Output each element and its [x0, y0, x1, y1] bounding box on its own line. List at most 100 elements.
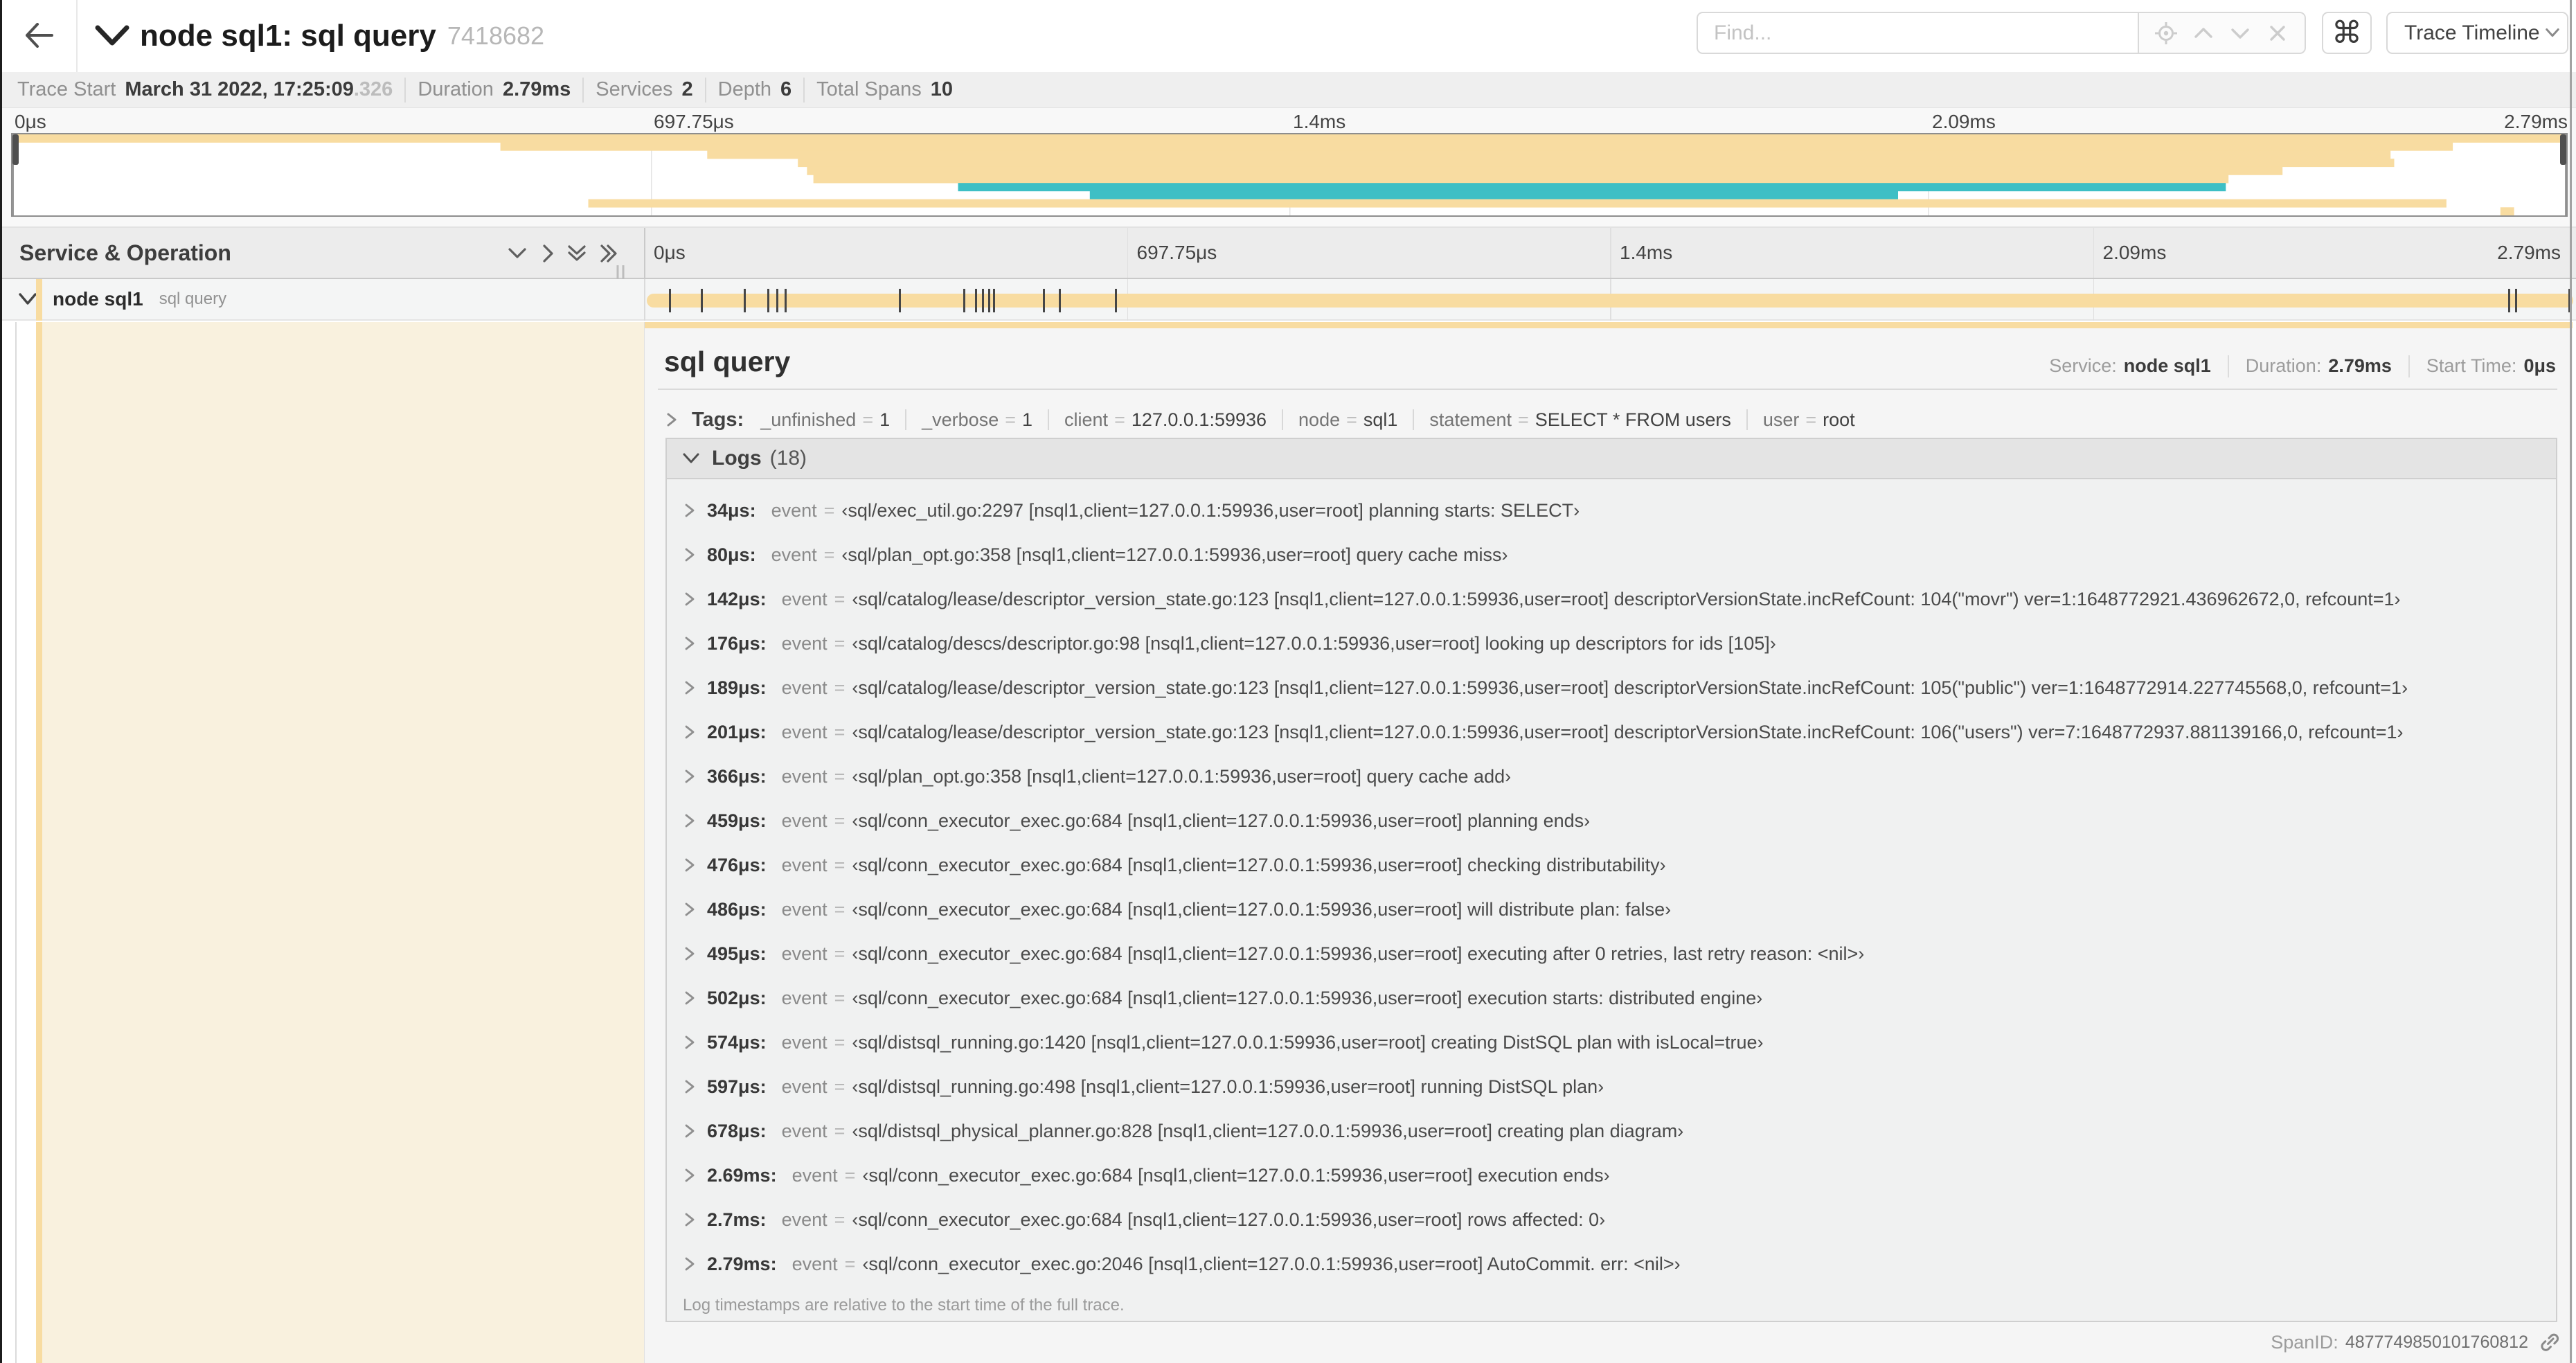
clear-find-icon[interactable]: [2266, 21, 2289, 45]
log-row[interactable]: 502μs: event = ‹sql/conn_executor_exec.go:6…: [667, 976, 2556, 1020]
tag-item[interactable]: statement = SELECT * FROM users: [1429, 409, 1730, 431]
log-row[interactable]: 2.79ms: event = ‹sql/conn_executor_exec.go:…: [667, 1242, 2556, 1286]
span-row[interactable]: node sql1 sql query: [2, 279, 2576, 321]
log-chevron-icon[interactable]: [683, 591, 697, 607]
log-row[interactable]: 597μs: event = ‹sql/distsql_running.go:498 …: [667, 1064, 2556, 1109]
tags-row[interactable]: Tags: _unfinished = 1 _verbose = 1 client = 127.…: [664, 404, 1855, 435]
log-row[interactable]: 486μs: event = ‹sql/conn_executor_exec.go:6…: [667, 887, 2556, 932]
tag-item[interactable]: node = sql1: [1298, 409, 1397, 431]
divider: [704, 77, 706, 103]
log-row[interactable]: 366μs: event = ‹sql/plan_opt.go:358 [nsql1,…: [667, 754, 2556, 799]
span-log-marker[interactable]: [2508, 289, 2510, 312]
log-row[interactable]: 459μs: event = ‹sql/conn_executor_exec.go:6…: [667, 799, 2556, 843]
span-log-marker[interactable]: [899, 289, 901, 312]
collapse-all-icon[interactable]: [565, 244, 589, 266]
span-log-marker[interactable]: [2515, 289, 2517, 312]
log-equals: =: [834, 898, 846, 920]
logs-header[interactable]: Logs (18): [667, 439, 2556, 479]
summary-item-value: March 31 2022, 17:25:09: [125, 78, 354, 100]
log-chevron-icon[interactable]: [683, 1034, 697, 1051]
tag-item[interactable]: client = 127.0.0.1:59936: [1064, 409, 1267, 431]
log-row[interactable]: 142μs: event = ‹sql/catalog/lease/descripto…: [667, 577, 2556, 621]
span-log-marker[interactable]: [669, 289, 671, 312]
log-row[interactable]: 2.7ms: event = ‹sql/conn_executor_exec.go:6…: [667, 1197, 2556, 1242]
trace-view-selector[interactable]: Trace Timeline: [2386, 12, 2568, 54]
timeline-tick-label: 0μs: [654, 242, 686, 263]
tag-equals: =: [862, 409, 874, 430]
log-row[interactable]: 80μs: event = ‹sql/plan_opt.go:358 [nsql1,c…: [667, 533, 2556, 577]
detail-left-column[interactable]: [42, 322, 644, 1363]
span-log-marker[interactable]: [1115, 289, 1117, 312]
log-equals: =: [834, 987, 846, 1008]
back-button[interactable]: [2, 0, 78, 72]
span-log-marker[interactable]: [701, 289, 703, 312]
span-log-marker[interactable]: [1043, 289, 1045, 312]
focus-match-icon[interactable]: [2154, 21, 2178, 45]
log-row[interactable]: 34μs: event = ‹sql/exec_util.go:2297 [nsql1…: [667, 488, 2556, 533]
span-name[interactable]: node sql1 sql query: [53, 279, 226, 319]
tag-equals: =: [1517, 409, 1529, 430]
log-chevron-icon[interactable]: [683, 1211, 697, 1228]
span-log-marker[interactable]: [767, 289, 769, 312]
deep-link-icon[interactable]: [2538, 1330, 2561, 1354]
expand-all-icon[interactable]: [596, 244, 620, 266]
log-row[interactable]: 176μs: event = ‹sql/catalog/descs/descripto…: [667, 621, 2556, 666]
span-log-marker[interactable]: [1059, 289, 1061, 312]
log-row[interactable]: 476μs: event = ‹sql/conn_executor_exec.go:6…: [667, 843, 2556, 887]
span-duration-bar[interactable]: [647, 294, 2573, 308]
log-equals: =: [834, 721, 846, 742]
log-chevron-icon[interactable]: [683, 502, 697, 519]
collapse-one-icon[interactable]: [506, 244, 529, 266]
log-row[interactable]: 495μs: event = ‹sql/conn_executor_exec.go:6…: [667, 932, 2556, 976]
divider: [404, 77, 406, 103]
log-chevron-icon[interactable]: [683, 990, 697, 1006]
log-chevron-icon[interactable]: [683, 1256, 697, 1272]
log-field-key: event: [791, 1253, 838, 1274]
span-log-marker[interactable]: [988, 289, 990, 312]
log-chevron-icon[interactable]: [683, 1078, 697, 1095]
minimap-canvas[interactable]: [11, 133, 2568, 217]
minimap-right-scrubber[interactable]: [2560, 134, 2566, 215]
log-chevron-icon[interactable]: [683, 768, 697, 785]
log-row[interactable]: 678μs: event = ‹sql/distsql_physical_planne…: [667, 1109, 2556, 1153]
collapse-header-chevron-icon[interactable]: [95, 25, 129, 47]
log-chevron-icon[interactable]: [683, 679, 697, 696]
keyboard-shortcuts-button[interactable]: ⌘: [2322, 12, 2372, 54]
span-log-marker[interactable]: [975, 289, 977, 312]
tag-item[interactable]: _verbose = 1: [922, 409, 1032, 431]
log-field-key: event: [781, 677, 828, 698]
log-chevron-icon[interactable]: [683, 1123, 697, 1139]
span-children-chevron-icon[interactable]: [17, 292, 38, 307]
logs-note: Log timestamps are relative to the start…: [683, 1296, 1125, 1315]
tag-item[interactable]: _unfinished = 1: [760, 409, 890, 431]
log-chevron-icon[interactable]: [683, 901, 697, 918]
log-chevron-icon[interactable]: [683, 635, 697, 652]
expand-one-icon[interactable]: [536, 244, 560, 266]
find-input[interactable]: [1697, 12, 2138, 54]
log-chevron-icon[interactable]: [683, 812, 697, 829]
log-chevron-icon[interactable]: [683, 857, 697, 873]
log-chevron-icon[interactable]: [683, 1167, 697, 1184]
span-log-marker[interactable]: [776, 289, 778, 312]
log-field-value: ‹sql/conn_executor_exec.go:684 [nsql1,cl…: [852, 987, 1763, 1008]
span-log-marker[interactable]: [982, 289, 984, 312]
next-match-icon[interactable]: [2228, 21, 2252, 45]
log-chevron-icon[interactable]: [683, 546, 697, 563]
prev-match-icon[interactable]: [2192, 21, 2215, 45]
span-log-marker[interactable]: [963, 289, 965, 312]
divider: [1282, 409, 1284, 430]
log-chevron-icon[interactable]: [683, 724, 697, 740]
log-row[interactable]: 2.69ms: event = ‹sql/conn_executor_exec.go:…: [667, 1153, 2556, 1197]
minimap-left-scrubber[interactable]: [12, 134, 19, 215]
log-chevron-icon[interactable]: [683, 945, 697, 962]
log-field-key: event: [781, 854, 828, 875]
log-row[interactable]: 189μs: event = ‹sql/catalog/lease/descripto…: [667, 666, 2556, 710]
log-row[interactable]: 574μs: event = ‹sql/distsql_running.go:1420…: [667, 1020, 2556, 1064]
scrollbar[interactable]: [2570, 0, 2572, 1363]
tag-key: node: [1298, 409, 1341, 430]
log-row[interactable]: 201μs: event = ‹sql/catalog/lease/descripto…: [667, 710, 2556, 754]
span-log-marker[interactable]: [785, 289, 787, 312]
tag-item[interactable]: user = root: [1763, 409, 1855, 431]
span-log-marker[interactable]: [744, 289, 746, 312]
span-log-marker[interactable]: [993, 289, 995, 312]
